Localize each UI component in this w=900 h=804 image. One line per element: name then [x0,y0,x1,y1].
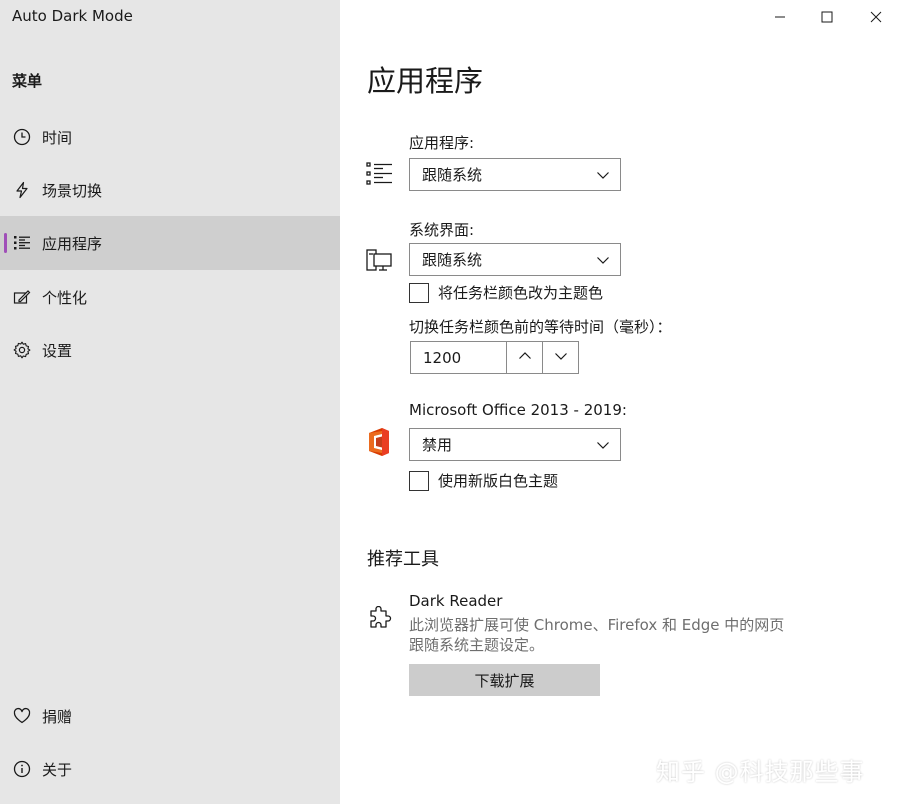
sidebar-item-apps[interactable]: 应用程序 [0,216,340,270]
chevron-up-icon [518,348,532,367]
office-label: Microsoft Office 2013 - 2019: [409,401,627,419]
sidebar-item-label: 设置 [42,341,73,360]
app-title: Auto Dark Mode [12,7,133,25]
maximize-icon [821,8,833,27]
wait-time-label: 切换任务栏颜色前的等待时间（毫秒）： [409,318,672,336]
sidebar-item-personalization[interactable]: 个性化 [0,270,340,324]
system-theme-dropdown[interactable]: 跟随系统 [409,243,621,276]
office-white-theme-checkbox-row[interactable]: 使用新版白色主题 [409,470,558,491]
taskbar-accent-checkbox-row[interactable]: 将任务栏颜色改为主题色 [409,282,603,303]
wait-time-input[interactable]: 1200 [410,341,506,374]
tool-description-line: 跟随系统主题设定。 [409,636,545,654]
apps-label: 应用程序: [409,134,475,152]
clock-icon [12,127,32,147]
system-label: 系统界面: [409,221,475,239]
gear-icon [12,340,32,360]
paint-icon [12,287,32,307]
minimize-icon [774,8,786,27]
download-extension-button[interactable]: 下载扩展 [409,664,600,696]
decrement-button[interactable] [542,341,579,374]
tool-description-line: 此浏览器扩展可使 Chrome、Firefox 和 Edge 中的网页 [409,616,785,634]
sidebar-item-scene-switch[interactable]: 场景切换 [0,163,340,217]
sidebar-item-label: 捐赠 [42,707,73,726]
info-icon [12,759,32,779]
lightning-icon [12,180,32,200]
increment-button[interactable] [506,341,543,374]
puzzle-icon [366,605,394,633]
sidebar-item-label: 应用程序 [42,234,103,253]
sidebar-item-label: 关于 [42,760,73,779]
selection-indicator [4,233,7,253]
office-white-theme-checkbox[interactable] [409,470,429,491]
watermark: 知乎 @科技那些事 [656,758,865,786]
page-title: 应用程序 [367,64,484,98]
chevron-down-icon [554,348,568,367]
sidebar-item-donate[interactable]: 捐赠 [0,689,340,743]
sidebar-item-label: 场景切换 [42,181,103,200]
sidebar-item-settings[interactable]: 设置 [0,323,340,377]
office-logo-icon [365,428,393,456]
sidebar-item-time[interactable]: 时间 [0,110,340,164]
checkbox-label: 使用新版白色主题 [438,472,559,490]
close-icon [870,8,882,27]
list-icon [12,233,32,253]
office-theme-dropdown[interactable]: 禁用 [409,428,621,461]
sidebar-item-about[interactable]: 关于 [0,742,340,796]
sidebar-item-label: 个性化 [42,288,88,307]
chevron-down-icon [596,168,610,186]
computer-icon [365,246,393,274]
tool-name: Dark Reader [409,592,503,610]
minimize-button[interactable] [756,0,804,34]
taskbar-accent-checkbox[interactable] [409,282,429,303]
dropdown-value: 禁用 [422,436,453,454]
menu-heading: 菜单 [12,72,43,90]
sidebar-item-label: 时间 [42,128,73,147]
sidebar: Auto Dark Mode 菜单 时间 场景切换 应用程序 个性化 设置 捐赠… [0,0,340,804]
wait-time-value: 1200 [423,348,462,367]
list-icon [365,160,393,188]
checkbox-label: 将任务栏颜色改为主题色 [438,284,604,302]
recommended-tools-heading: 推荐工具 [367,549,439,570]
heart-icon [12,706,32,726]
apps-theme-dropdown[interactable]: 跟随系统 [409,158,621,191]
dropdown-value: 跟随系统 [422,166,483,184]
chevron-down-icon [596,438,610,456]
dropdown-value: 跟随系统 [422,251,483,269]
maximize-button[interactable] [803,0,851,34]
close-button[interactable] [852,0,900,34]
chevron-down-icon [596,253,610,271]
tool-description: 此浏览器扩展可使 Chrome、Firefox 和 Edge 中的网页 跟随系统… [409,615,809,655]
